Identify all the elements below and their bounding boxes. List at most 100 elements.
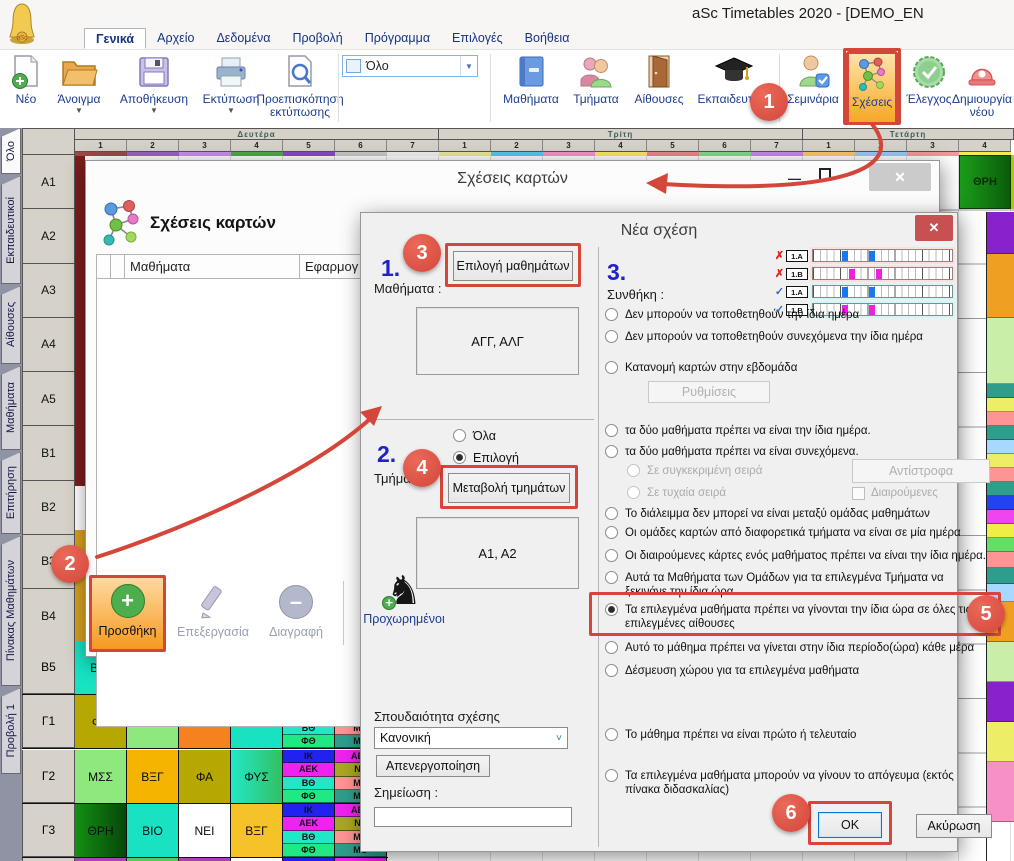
timetable-cell[interactable]: [987, 398, 1014, 412]
open-button[interactable]: Άνοιγμα ▼: [48, 51, 110, 125]
condition-option-10[interactable]: Τα επιλεγμένα μαθήματα πρέπει να γίνοντα…: [605, 603, 973, 631]
side-tab-subjects[interactable]: Μαθήματα: [1, 366, 21, 450]
condition-option-2[interactable]: Δεν μπορούν να τοποθετηθούν συνεχόμενα τ…: [605, 330, 923, 344]
menu-tab-general[interactable]: Γενικά: [84, 28, 146, 49]
side-tab-all[interactable]: Όλο: [1, 128, 21, 174]
timetable-cell[interactable]: [987, 762, 1014, 822]
timetable-cell[interactable]: ΙΚ: [283, 750, 334, 763]
timetable-cell[interactable]: ΒΙΟ: [127, 804, 179, 857]
close-icon[interactable]: ✕: [869, 163, 931, 191]
order-specific-option[interactable]: Σε συγκεκριμένη σειρά: [627, 464, 762, 478]
timetable-cell[interactable]: [987, 468, 1014, 482]
timetable-cell[interactable]: ΦΥΣ: [231, 750, 283, 803]
condition-option-9[interactable]: Αυτά τα Μαθήματα των Ομάδων για τα επιλε…: [605, 571, 955, 599]
condition-option-14[interactable]: Τα επιλεγμένα μαθήματα μπορούν να γίνουν…: [605, 769, 985, 797]
chevron-down-icon[interactable]: ▼: [460, 56, 477, 76]
table-column-subjects[interactable]: Μαθήματα: [124, 254, 299, 279]
side-tab-supervision[interactable]: Επιτήρηση: [1, 452, 21, 534]
timetable-cell[interactable]: ΘΡΗ: [75, 804, 127, 857]
timetable-cell[interactable]: ΒΞΓ: [231, 804, 283, 857]
menu-tab-view[interactable]: Προβολή: [282, 28, 354, 49]
side-tab-teachers[interactable]: Εκπαιδευτικοί: [1, 176, 21, 284]
note-input[interactable]: [374, 807, 572, 827]
timetable-cell[interactable]: [987, 440, 1014, 454]
print-button[interactable]: Εκτύπωση ▼: [198, 51, 264, 125]
menu-tab-help[interactable]: Βοήθεια: [514, 28, 581, 49]
condition-option-12[interactable]: Δέσμευση χώρου για τα επιλεγμένα μαθήματ…: [605, 664, 859, 678]
chevron-down-icon[interactable]: ˅: [556, 733, 567, 744]
timetable-cell[interactable]: [987, 642, 1014, 682]
timetable-cell[interactable]: ΦΘ: [283, 735, 334, 748]
menu-tab-file[interactable]: Αρχείο: [146, 28, 205, 49]
print-preview-button[interactable]: Προεπισκόπηση εκτύπωσης: [266, 51, 334, 125]
menu-tab-schedule[interactable]: Πρόγραμμα: [354, 28, 441, 49]
timetable-cell[interactable]: [987, 538, 1014, 552]
minimize-icon[interactable]: —: [788, 171, 801, 186]
classes-select-option[interactable]: Επιλογή: [453, 451, 519, 465]
close-icon[interactable]: ✕: [915, 215, 953, 241]
view-selector[interactable]: Όλο ▼: [342, 55, 478, 77]
condition-option-1[interactable]: Δεν μπορούν να τοποθετηθούν την ίδια ημέ…: [605, 308, 859, 322]
condition-option-8[interactable]: Οι διαιρούμενες κάρτες ενός μαθήματος πρ…: [605, 549, 986, 563]
select-subjects-button[interactable]: Επιλογή μαθημάτων: [453, 251, 573, 281]
reverse-button[interactable]: Αντίστροφα: [852, 459, 990, 483]
timetable-cell[interactable]: [987, 482, 1014, 496]
timetable-cell[interactable]: [987, 412, 1014, 426]
importance-select[interactable]: Κανονική ˅: [374, 727, 568, 749]
generate-cloud-button[interactable]: Δημιουρ στο σύνν: [1008, 51, 1014, 125]
add-button[interactable]: + Προσθήκη: [89, 575, 166, 652]
timetable-cell[interactable]: ΑΕΚ: [283, 817, 334, 830]
timetable-cell[interactable]: ΦΑ: [179, 750, 231, 803]
settings-button[interactable]: Ρυθμίσεις: [648, 381, 770, 403]
print-dropdown-icon[interactable]: ▼: [227, 107, 235, 115]
timetable-cell[interactable]: [987, 426, 1014, 440]
timetable-cell[interactable]: [987, 496, 1014, 510]
seminars-button[interactable]: Σεμινάρια: [782, 51, 844, 125]
timetable-cell[interactable]: ΒΞΓ: [127, 750, 179, 803]
timetable-cell[interactable]: ΘΡΗ: [959, 155, 1011, 209]
change-classes-button[interactable]: Μεταβολή τμημάτων: [448, 473, 570, 503]
timetable-cell[interactable]: [987, 568, 1014, 584]
side-tab-classrooms[interactable]: Αίθουσες: [1, 286, 21, 364]
timetable-cell[interactable]: [987, 524, 1014, 538]
advanced-button[interactable]: ♞+ Προχωρημένοι: [346, 570, 462, 626]
condition-option-4[interactable]: τα δύο μαθήματα πρέπει να είναι την ίδια…: [605, 424, 871, 438]
cancel-button[interactable]: Ακύρωση: [916, 814, 992, 838]
timetable-cell[interactable]: ΙΚ: [283, 804, 334, 817]
delete-button[interactable]: – Διαγραφή: [259, 579, 333, 639]
timetable-cell[interactable]: [987, 318, 1014, 384]
classes-button[interactable]: Τμήματα: [566, 51, 626, 125]
edit-button[interactable]: Επεξεργασία: [170, 579, 256, 639]
check-button[interactable]: Έλεγχος: [902, 51, 956, 125]
condition-option-5[interactable]: τα δύο μαθήματα πρέπει να είναι συνεχόμε…: [605, 445, 859, 459]
save-dropdown-icon[interactable]: ▼: [150, 107, 158, 115]
relations-button[interactable]: Σχέσεις: [846, 51, 898, 125]
classrooms-button[interactable]: Αίθουσες: [628, 51, 690, 125]
new-button[interactable]: Νέο: [6, 51, 46, 125]
menu-tab-options[interactable]: Επιλογές: [441, 28, 514, 49]
maximize-icon[interactable]: [819, 168, 831, 181]
order-random-option[interactable]: Σε τυχαία σειρά: [627, 486, 726, 500]
generate-new-button[interactable]: Δημιουργία νέου: [956, 51, 1008, 125]
side-tab-subjects-table[interactable]: Πίνακας Μαθημάτων: [1, 536, 21, 686]
timetable-cell[interactable]: [987, 254, 1014, 318]
condition-option-6[interactable]: Το διάλειμμα δεν μπορεί να είναι μεταξύ …: [605, 507, 930, 521]
timetable-cell[interactable]: ΑΕΚ: [283, 763, 334, 776]
condition-option-7[interactable]: Οι ομάδες καρτών από διαφορετικά τμήματα…: [605, 526, 961, 540]
timetable-cell[interactable]: [987, 454, 1014, 468]
timetable-cell[interactable]: [987, 682, 1014, 722]
subjects-button[interactable]: Μαθήματα: [498, 51, 564, 125]
timetable-cell[interactable]: [987, 552, 1014, 568]
open-dropdown-icon[interactable]: ▼: [75, 107, 83, 115]
timetable-cell[interactable]: [987, 510, 1014, 524]
asc-bell-logo-icon[interactable]: aSc: [6, 2, 38, 46]
radio-button[interactable]: [453, 451, 466, 464]
divided-checkbox[interactable]: [852, 487, 865, 500]
timetable-cell[interactable]: ΒΘ: [283, 777, 334, 790]
side-tab-view1[interactable]: Προβολή 1: [1, 688, 21, 774]
condition-option-13[interactable]: Το μάθημα πρέπει να είναι πρώτο ή τελευτ…: [605, 728, 856, 742]
timetable-cell[interactable]: [987, 384, 1014, 398]
ok-button[interactable]: OK: [818, 812, 882, 838]
timetable-cell[interactable]: ΝΕΙ: [179, 804, 231, 857]
disable-button[interactable]: Απενεργοποίηση: [376, 755, 490, 777]
